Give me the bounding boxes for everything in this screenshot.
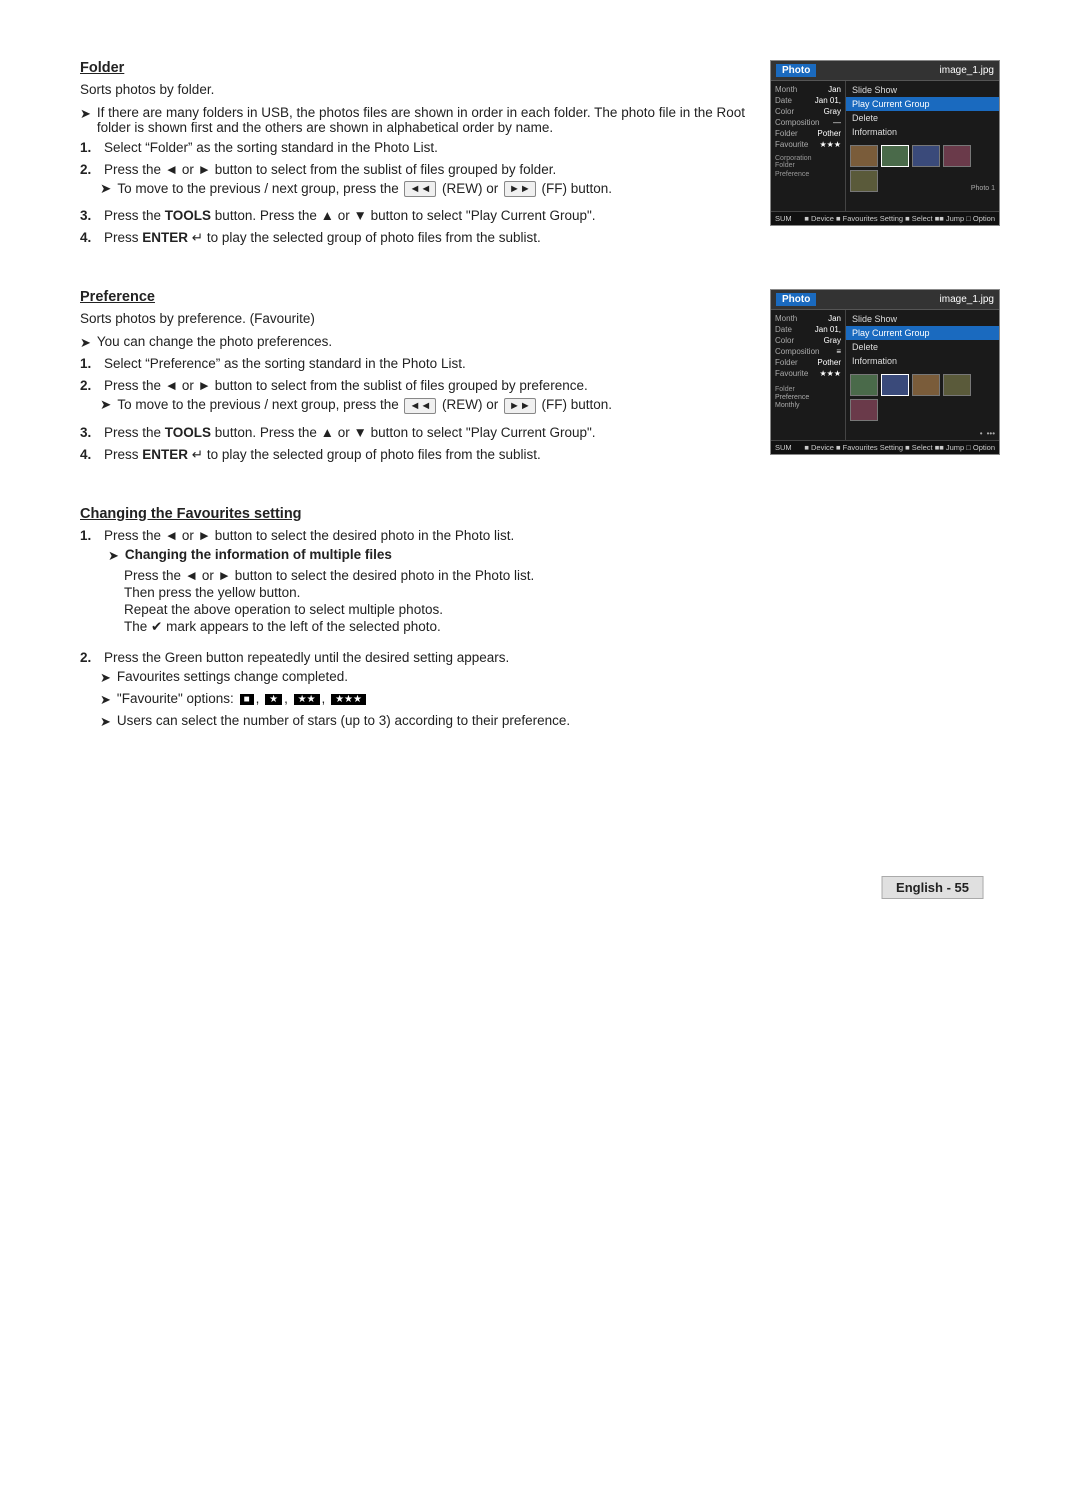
thumb-1 [850, 145, 878, 167]
star-option-4: ★★★ [331, 694, 366, 705]
screenshot-preference: Photo image_1.jpg MonthJan DateJan 01, C… [770, 289, 1000, 455]
changing-info-line-1: Press the ◄ or ► button to select the de… [124, 568, 534, 583]
sc-thumbnails-2 [846, 370, 999, 427]
thumb-9 [943, 374, 971, 396]
screenshot-folder: Photo image_1.jpg MonthJan DateJan 01, C… [770, 60, 1000, 226]
arrow-icon: ➤ [100, 692, 111, 708]
menu-info-1: Information [846, 125, 999, 139]
thumb-2 [881, 145, 909, 167]
sc-footer-1: SUM ■ Device ■ Favourites Setting ■ Sele… [771, 211, 999, 225]
preference-step-2-sub: ➤ To move to the previous / next group, … [100, 397, 612, 413]
star-option-3: ★★ [294, 694, 320, 705]
sc-info-2: MonthJan DateJan 01, ColorGray Compositi… [771, 310, 846, 440]
folder-step-4: 4. Press ENTER ↵ to play the selected gr… [80, 230, 746, 246]
preference-step-2: 2. Press the ◄ or ► button to select fro… [80, 378, 746, 417]
fav-arrow-2: ➤ "Favourite" options: ■, ★, ★★, ★★★ [100, 691, 570, 708]
thumb-3 [912, 145, 940, 167]
folder-section: Folder Sorts photos by folder. ➤ If ther… [80, 60, 1000, 253]
folder-step-1: 1. Select “Folder” as the sorting standa… [80, 140, 746, 155]
folder-arrow-1: ➤ If there are many folders in USB, the … [80, 105, 746, 135]
star-option-1: ■ [240, 694, 254, 705]
thumb-10 [850, 399, 878, 421]
preference-step-3: 3. Press the TOOLS button. Press the ▲ o… [80, 425, 746, 440]
arrow-icon: ➤ [100, 181, 111, 197]
preference-step-1: 1. Select “Preference” as the sorting st… [80, 356, 746, 371]
sc-menu-2: Slide Show Play Current Group Delete Inf… [846, 310, 999, 370]
star-option-2: ★ [265, 694, 282, 705]
preference-arrow-1: ➤ You can change the photo preferences. [80, 334, 746, 351]
ff-key: ►► [504, 181, 536, 197]
folder-step-2-sub: ➤ To move to the previous / next group, … [100, 181, 612, 197]
preference-section: Preference Sorts photos by preference. (… [80, 289, 1000, 469]
preference-title: Preference [80, 289, 746, 305]
thumb-7 [881, 374, 909, 396]
menu-slideshow-2: Slide Show [846, 312, 999, 326]
rew-key: ◄◄ [404, 181, 436, 197]
arrow-icon: ➤ [80, 335, 91, 351]
filename-2: image_1.jpg [940, 294, 994, 305]
changing-info-line-3: Repeat the above operation to select mul… [124, 602, 534, 617]
favourites-title: Changing the Favourites setting [80, 506, 1000, 522]
sc-body-1: MonthJan DateJan 01, ColorGray Compositi… [771, 81, 999, 211]
favourites-steps: 1. Press the ◄ or ► button to select the… [80, 528, 1000, 735]
thumb-4 [943, 145, 971, 167]
changing-info-title: Changing the information of multiple fil… [125, 547, 392, 562]
preference-subtitle: Sorts photos by preference. (Favourite) [80, 311, 746, 326]
arrow-icon: ➤ [100, 397, 111, 413]
page-number: English - 55 [865, 875, 1000, 899]
preference-steps: 1. Select “Preference” as the sorting st… [80, 356, 746, 462]
sc-header-2: Photo image_1.jpg [771, 290, 999, 310]
arrow-icon: ➤ [108, 548, 119, 564]
sc-body-2: MonthJan DateJan 01, ColorGray Compositi… [771, 310, 999, 440]
sc-info-1: MonthJan DateJan 01, ColorGray Compositi… [771, 81, 846, 211]
arrow-icon: ➤ [100, 670, 111, 686]
photo-label-1: Photo [776, 64, 816, 77]
folder-step-3: 3. Press the TOOLS button. Press the ▲ o… [80, 208, 746, 223]
menu-info-2: Information [846, 354, 999, 368]
fav-arrow-3: ➤ Users can select the number of stars (… [100, 713, 570, 730]
changing-info-subsection: ➤ Changing the information of multiple f… [108, 547, 534, 637]
changing-info-line-4: The ✔ mark appears to the left of the se… [124, 619, 534, 635]
folder-step-2: 2. Press the ◄ or ► button to select fro… [80, 162, 746, 201]
menu-slideshow-1: Slide Show [846, 83, 999, 97]
fav-arrow-1: ➤ Favourites settings change completed. [100, 669, 570, 686]
folder-text: Folder Sorts photos by folder. ➤ If ther… [80, 60, 746, 253]
thumb-6 [850, 374, 878, 396]
photo-label-2: Photo [776, 293, 816, 306]
rew-key-2: ◄◄ [404, 398, 436, 414]
sc-footer-2: SUM ■ Device ■ Favourites Setting ■ Sele… [771, 440, 999, 454]
filename-1: image_1.jpg [940, 65, 994, 76]
ff-key-2: ►► [504, 398, 536, 414]
page-footer-container: English - 55 [80, 815, 1000, 899]
arrow-icon: ➤ [100, 714, 111, 730]
menu-delete-2: Delete [846, 340, 999, 354]
favourites-section: Changing the Favourites setting 1. Press… [80, 506, 1000, 735]
menu-play-1: Play Current Group [846, 97, 999, 111]
folder-subtitle: Sorts photos by folder. [80, 82, 746, 97]
preference-step-4: 4. Press ENTER ↵ to play the selected gr… [80, 447, 746, 463]
favourites-step-1: 1. Press the ◄ or ► button to select the… [80, 528, 1000, 643]
folder-steps: 1. Select “Folder” as the sorting standa… [80, 140, 746, 246]
thumb-8 [912, 374, 940, 396]
arrow-icon: ➤ [80, 106, 91, 122]
sc-header-1: Photo image_1.jpg [771, 61, 999, 81]
menu-delete-1: Delete [846, 111, 999, 125]
menu-play-2: Play Current Group [846, 326, 999, 340]
thumb-5 [850, 170, 878, 192]
favourites-step-2: 2. Press the Green button repeatedly unt… [80, 650, 1000, 735]
preference-text: Preference Sorts photos by preference. (… [80, 289, 746, 469]
sc-menu-1: Slide Show Play Current Group Delete Inf… [846, 81, 999, 141]
folder-title: Folder [80, 60, 746, 76]
changing-info-line-2: Then press the yellow button. [124, 585, 534, 600]
sc-thumbnails-1: Photo 1 [846, 141, 999, 211]
